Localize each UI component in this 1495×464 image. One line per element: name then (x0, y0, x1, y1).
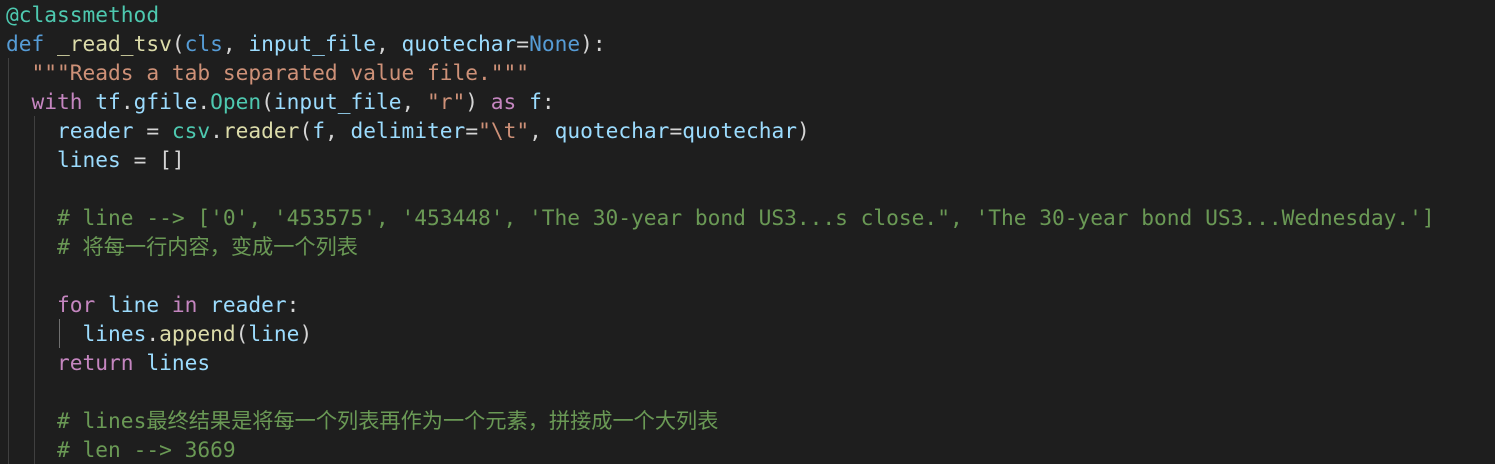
code-token: reader (210, 292, 287, 317)
code-token: quotechar (682, 118, 798, 143)
code-token: def (6, 31, 58, 56)
code-line[interactable]: # 将每一行内容，变成一个列表 (57, 232, 358, 261)
code-token: ) (465, 89, 491, 114)
code-token: csv (171, 118, 211, 143)
code-line[interactable]: lines = [] (57, 145, 185, 174)
code-token: gfile (133, 89, 198, 114)
code-token: = (133, 118, 172, 143)
code-editor[interactable]: @classmethod def _read_tsv(cls, input_fil… (0, 0, 1495, 464)
code-token: return (57, 350, 147, 375)
code-token: : (541, 89, 555, 114)
code-token: f (312, 118, 325, 143)
code-token: _read_tsv (57, 31, 172, 56)
code-token: as (490, 89, 530, 114)
code-token: # len --> 3669 (57, 437, 236, 462)
code-token: ( (235, 321, 249, 346)
indent-guide (59, 319, 61, 348)
code-line[interactable]: @classmethod (6, 0, 159, 29)
code-token: line (108, 292, 172, 317)
code-token: . (210, 118, 223, 143)
code-line[interactable]: """Reads a tab separated value file.""" (32, 58, 529, 87)
code-line[interactable]: for line in reader: (57, 290, 299, 319)
code-token: quotechar (401, 31, 517, 56)
code-token: with (31, 89, 96, 114)
code-token: "r" (427, 89, 466, 114)
code-token: , (401, 89, 427, 114)
code-token: ) (299, 321, 313, 346)
code-token: = (516, 31, 530, 56)
code-token: for (57, 292, 109, 317)
code-token: """Reads a tab separated value file.""" (31, 60, 529, 85)
code-token: reader (57, 118, 134, 143)
code-token: lines (57, 147, 121, 172)
code-line[interactable]: with tf.gfile.Open(input_file, "r") as f… (32, 87, 555, 116)
code-token: # lines最终结果是将每一个列表再作为一个元素，拼接成一个大列表 (57, 408, 719, 433)
indent-guide (33, 116, 35, 464)
code-token: quotechar (554, 118, 670, 143)
code-token: reader (222, 118, 300, 143)
code-token: f (529, 89, 542, 114)
code-line[interactable]: def _read_tsv(cls, input_file, quotechar… (6, 29, 606, 58)
code-token: lines (146, 350, 211, 375)
code-token: ( (171, 31, 185, 56)
code-token: , (222, 31, 249, 56)
code-line[interactable]: # len --> 3669 (57, 435, 236, 464)
code-token: append (159, 321, 236, 346)
code-token: cls (184, 31, 223, 56)
code-token: = [] (120, 147, 185, 172)
code-token: @classmethod (6, 2, 160, 27)
code-token: input_file (273, 89, 402, 114)
code-token: # line --> ['0', '453575', '453448', 'Th… (57, 205, 1435, 230)
code-token: . (197, 89, 211, 114)
code-token: ( (261, 89, 274, 114)
code-token: = (465, 118, 479, 143)
code-token: lines (82, 321, 147, 346)
code-token: . (146, 321, 160, 346)
code-token: ): (580, 31, 606, 56)
code-token: None (529, 31, 581, 56)
code-token: , (529, 118, 555, 143)
code-token: : (286, 292, 300, 317)
code-token: , (375, 31, 402, 56)
code-token: delimiter (350, 118, 466, 143)
code-token: in (171, 292, 211, 317)
code-line[interactable]: # line --> ['0', '453575', '453448', 'Th… (57, 203, 1435, 232)
code-token: ) (797, 118, 810, 143)
code-token: . (120, 89, 134, 114)
code-line[interactable]: reader = csv.reader(f, delimiter="\t", q… (57, 116, 810, 145)
code-line[interactable]: return lines (57, 348, 210, 377)
code-line[interactable]: # lines最终结果是将每一个列表再作为一个元素，拼接成一个大列表 (57, 406, 718, 435)
code-token: line (248, 321, 300, 346)
code-token: ( (299, 118, 313, 143)
code-token: = (669, 118, 683, 143)
code-token: , (324, 118, 351, 143)
code-token: Open (210, 89, 262, 114)
code-token: input_file (248, 31, 376, 56)
code-token: "\t" (478, 118, 530, 143)
code-token: tf (95, 89, 121, 114)
code-line[interactable]: lines.append(line) (83, 319, 313, 348)
code-token: # 将每一行内容，变成一个列表 (57, 234, 358, 259)
indent-guide (8, 58, 9, 464)
